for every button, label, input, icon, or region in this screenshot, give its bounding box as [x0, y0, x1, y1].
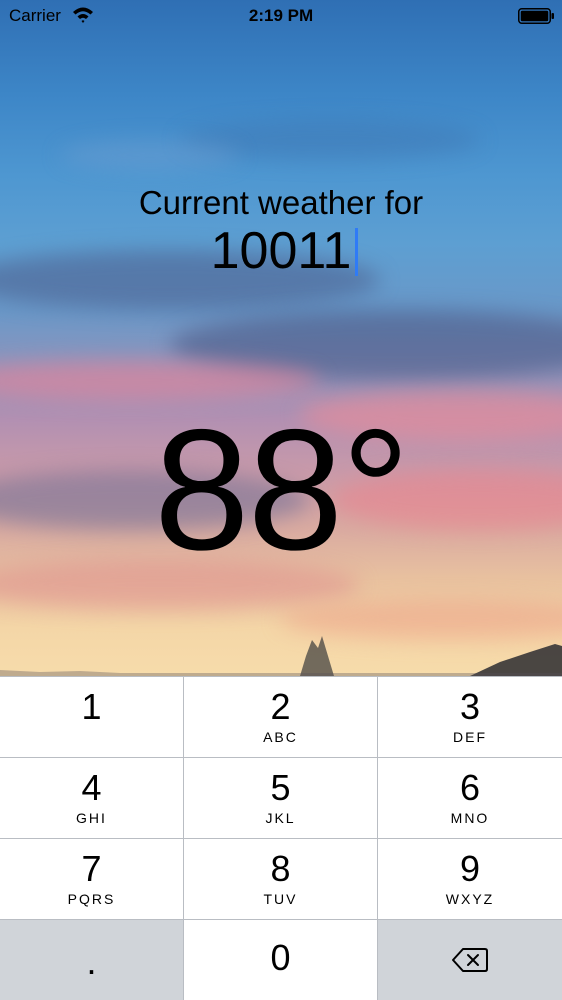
text-cursor [355, 228, 359, 276]
treeline-silhouette [0, 636, 562, 676]
key-letters: MNO [450, 810, 490, 826]
decimal-key[interactable]: . [0, 920, 183, 1000]
status-bar: Carrier 2:19 PM [0, 0, 562, 32]
key-6[interactable]: 6 MNO [378, 758, 562, 838]
numeric-keypad: 1 2 ABC 3 DEF 4 GHI 5 JKL 6 MNO 7 PQRS 8… [0, 676, 562, 1000]
key-2[interactable]: 2 ABC [184, 677, 377, 757]
weather-label: Current weather for [138, 184, 424, 221]
key-7[interactable]: 7 PQRS [0, 839, 183, 919]
key-digit: 1 [81, 686, 102, 727]
key-digit: 8 [270, 848, 291, 889]
key-letters: TUV [263, 891, 298, 907]
key-8[interactable]: 8 TUV [184, 839, 377, 919]
key-digit: 5 [270, 767, 291, 808]
key-letters: GHI [76, 810, 107, 826]
key-digit: 0 [270, 937, 291, 978]
key-letters: ABC [263, 729, 298, 745]
temperature-reading: 88° [153, 394, 410, 586]
key-digit: 3 [459, 686, 481, 727]
battery-icon [518, 8, 554, 24]
key-0[interactable]: 0 [184, 920, 377, 1000]
key-5[interactable]: 5 JKL [184, 758, 377, 838]
status-time: 2:19 PM [248, 6, 314, 25]
zip-code-value[interactable]: 10011 [211, 222, 352, 280]
key-letters: JKL [265, 810, 296, 826]
key-digit: 4 [81, 767, 102, 808]
key-letters: WXYZ [445, 891, 495, 907]
key-3[interactable]: 3 DEF [378, 677, 562, 757]
key-letters: DEF [453, 729, 487, 745]
key-digit: 2 [270, 686, 291, 727]
key-digit: 9 [459, 848, 481, 889]
key-letters: PQRS [67, 891, 116, 907]
decimal-point: . [86, 941, 97, 982]
key-digit: 7 [81, 848, 102, 889]
delete-key[interactable] [378, 920, 562, 1000]
key-9[interactable]: 9 WXYZ [378, 839, 562, 919]
key-1[interactable]: 1 [0, 677, 183, 757]
delete-backspace-icon [452, 948, 488, 972]
key-digit: 6 [459, 767, 481, 808]
zip-code-field[interactable]: 10011 [0, 222, 562, 280]
key-4[interactable]: 4 GHI [0, 758, 183, 838]
weather-app-screen: Carrier 2:19 PM Current weather for 1001… [0, 0, 562, 1000]
